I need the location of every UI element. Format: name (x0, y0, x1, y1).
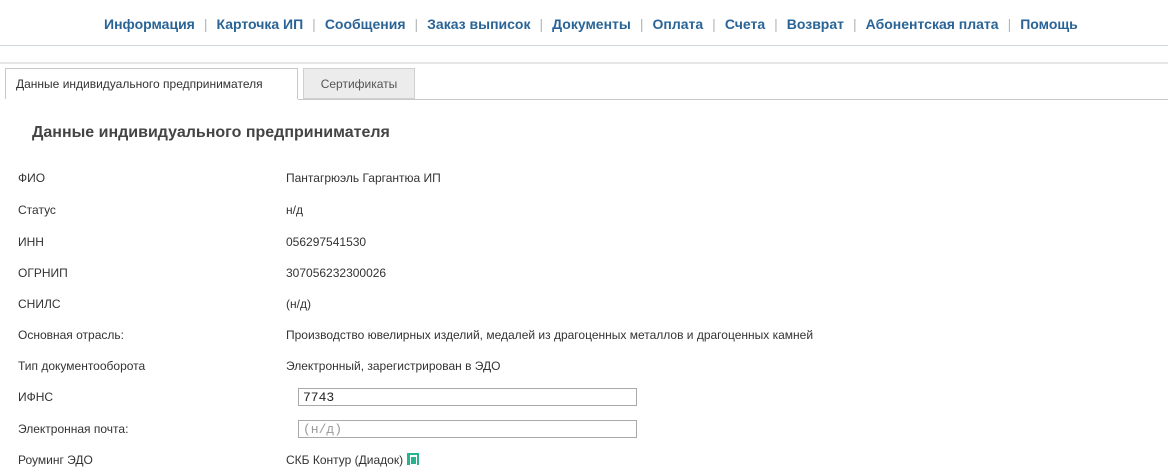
field-value: СКБ Контур (Диадок) (286, 453, 404, 467)
nav-separator: | (414, 16, 419, 32)
page-title: Данные индивидуального предпринимателя (32, 124, 390, 141)
field-row-roaming: Роуминг ЭДО СКБ Контур (Диадок) (18, 451, 1158, 473)
nav-link-order-extracts[interactable]: Заказ выписок (427, 16, 530, 32)
field-value: 307056232300026 (286, 266, 387, 280)
nav-separator: | (774, 16, 778, 32)
tab-ip-data[interactable]: Данные индивидуального предпринимателя (5, 68, 298, 99)
field-label: Основная отрасль: (18, 328, 124, 342)
tab-certificates[interactable]: Сертификаты (303, 68, 415, 99)
field-value: н/д (286, 203, 303, 217)
field-row-industry: Основная отрасль: Производство ювелирных… (18, 326, 1158, 348)
tab-baseline (298, 99, 1168, 100)
ifns-input[interactable] (298, 388, 637, 406)
field-label: ИНН (18, 235, 44, 249)
field-row-inn: ИНН 056297541530 (18, 233, 1158, 255)
nav-link-messages[interactable]: Сообщения (325, 16, 406, 32)
field-row-fio: ФИО Пантагрюэль Гаргантюа ИП (18, 169, 1158, 191)
content-divider (0, 62, 1168, 64)
field-value: 056297541530 (286, 235, 367, 249)
nav-link-refund[interactable]: Возврат (787, 16, 844, 32)
field-label: Роуминг ЭДО (18, 453, 93, 467)
nav-link-help[interactable]: Помощь (1020, 16, 1078, 32)
top-navigation-links: Информация | Карточка ИП | Сообщения | Заказ в… (104, 16, 1078, 32)
nav-separator: | (203, 16, 208, 32)
field-row-email: Электронная почта: (18, 420, 1158, 442)
field-label: ОГРНИП (18, 266, 68, 280)
field-row-status: Статус н/д (18, 201, 1158, 223)
email-input[interactable] (298, 420, 637, 438)
edo-operator-icon[interactable] (407, 453, 420, 465)
nav-link-ip-card[interactable]: Карточка ИП (216, 16, 303, 32)
field-label: Тип документооборота (18, 359, 146, 373)
nav-link-info[interactable]: Информация (104, 16, 195, 32)
nav-separator: | (712, 16, 716, 32)
field-row-ifns: ИФНС (18, 388, 1158, 410)
field-value: Производство ювелирных изделий, медалей … (286, 328, 814, 342)
field-row-doc-flow: Тип документооборота Электронный, зареги… (18, 357, 1158, 379)
nav-separator: | (312, 16, 316, 32)
field-value: (н/д) (286, 297, 311, 311)
nav-separator: | (639, 16, 644, 32)
field-value: Пантагрюэль Гаргантюа ИП (286, 171, 441, 185)
nav-link-documents[interactable]: Документы (552, 16, 631, 32)
nav-link-subscription-fee[interactable]: Абонентская плата (866, 16, 999, 32)
field-label: ФИО (18, 171, 46, 185)
field-label: ИФНС (18, 390, 54, 404)
top-navigation: Информация | Карточка ИП | Сообщения | Заказ в… (0, 0, 1168, 46)
nav-link-payment[interactable]: Оплата (653, 16, 704, 32)
field-row-snils: СНИЛС (н/д) (18, 295, 1158, 317)
field-value: Электронный, зарегистрирован в ЭДО (286, 359, 501, 373)
nav-separator: | (1007, 16, 1012, 32)
nav-link-invoices[interactable]: Счета (725, 16, 765, 32)
field-label: СНИЛС (18, 297, 61, 311)
nav-divider (0, 45, 1168, 46)
nav-separator: | (539, 16, 544, 32)
field-row-ogrnip: ОГРНИП 307056232300026 (18, 264, 1158, 286)
field-value-wrap: СКБ Контур (Диадок) (286, 453, 420, 467)
field-label: Электронная почта: (18, 422, 129, 436)
nav-separator: | (853, 16, 857, 32)
field-label: Статус (18, 203, 56, 217)
